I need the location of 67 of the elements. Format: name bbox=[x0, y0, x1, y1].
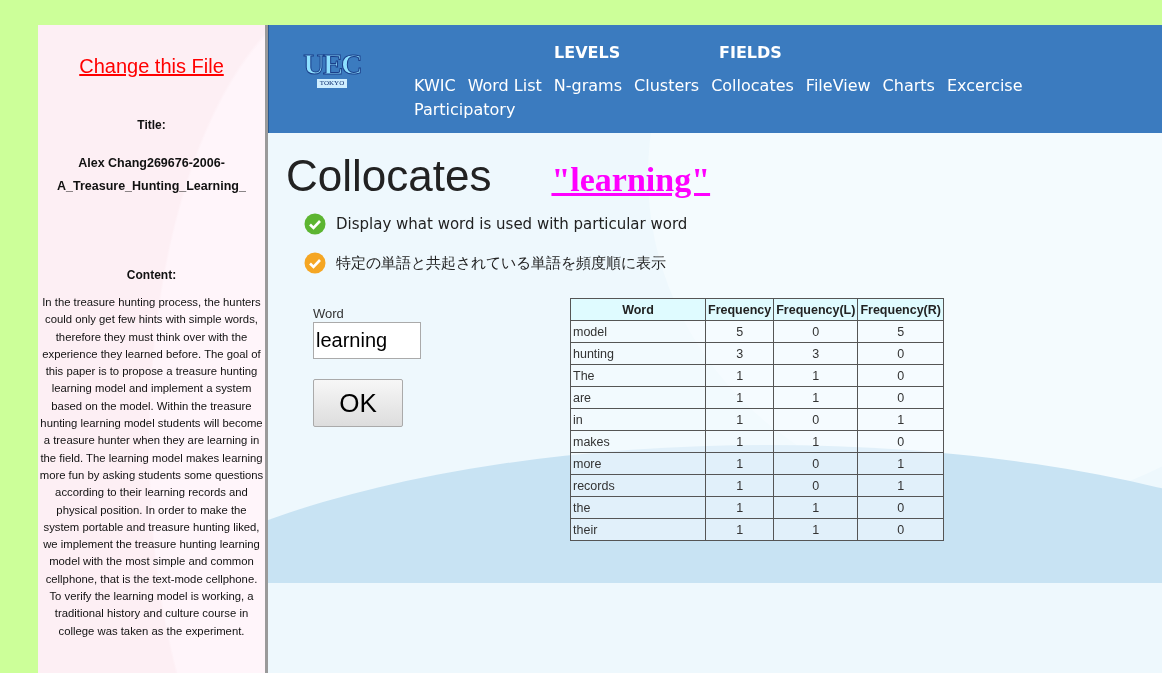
table-cell: 0 bbox=[857, 518, 944, 541]
nav-link[interactable]: KWIC bbox=[414, 75, 456, 96]
word-label: Word bbox=[313, 306, 344, 321]
table-cell: 1 bbox=[773, 386, 858, 409]
table-cell: 1 bbox=[705, 408, 774, 431]
table-cell: The bbox=[570, 364, 706, 387]
table-cell: 0 bbox=[857, 364, 944, 387]
nav-link[interactable]: Collocates bbox=[711, 75, 794, 96]
description-text: 特定の単語と共起されている単語を頻度順に表示 bbox=[336, 253, 666, 273]
column-header: Frequency(L) bbox=[773, 298, 858, 321]
title-label: Title: bbox=[137, 118, 166, 132]
table-cell: 5 bbox=[857, 320, 944, 343]
nav-link[interactable]: N-grams bbox=[553, 75, 623, 96]
table-cell: 0 bbox=[773, 452, 858, 475]
page-title: Collocates bbox=[286, 151, 492, 201]
table-cell: hunting bbox=[570, 342, 706, 365]
table-cell: 0 bbox=[857, 496, 944, 519]
content-label: Content: bbox=[126, 268, 177, 282]
table-cell: are bbox=[570, 386, 706, 409]
nav-link[interactable]: Word List bbox=[467, 75, 542, 96]
nav-link[interactable]: Charts bbox=[882, 75, 935, 96]
word-input[interactable]: learning bbox=[313, 322, 421, 359]
table-cell: 1 bbox=[705, 474, 774, 497]
column-header: Frequency(R) bbox=[857, 298, 944, 321]
table-cell: 1 bbox=[773, 430, 858, 453]
content-paragraph: In the treasure hunting process, the hunters could only get few hints with simple words, therefore they must think over with the experience they learned before. The goal of this paper is to propose a treasure hunting learning model and implement a system based on the model. Within the treasure hunting learning model students will become a treasure hunter when they are learning in the field. The learning model makes learning more fun by asking students some questions according to their learning records and physical position. In order to make the system portable and treasure hunting liked, we implement the treasure hunting learning model with the most simple and common cellphone, that is the text-mode cellphone. To verify the learning model is working, a traditional history and culture course in college was taken as the experiment. bbox=[38, 295, 265, 639]
table-cell: 1 bbox=[705, 452, 774, 475]
table-cell: 1 bbox=[857, 452, 944, 475]
table-cell: 1 bbox=[857, 408, 944, 431]
table-cell: 3 bbox=[773, 342, 858, 365]
nav-link[interactable]: Excercise bbox=[946, 75, 1023, 96]
column-header: Word bbox=[570, 298, 706, 321]
ok-button[interactable]: OK bbox=[313, 379, 403, 427]
nav-link[interactable]: Participatory bbox=[414, 99, 516, 120]
table-cell: 0 bbox=[857, 386, 944, 409]
table-cell: 1 bbox=[857, 474, 944, 497]
table-cell: makes bbox=[570, 430, 706, 453]
table-cell: 0 bbox=[773, 474, 858, 497]
menu-heading[interactable]: LEVELS bbox=[554, 43, 719, 62]
change-file-link[interactable]: Change this File bbox=[79, 55, 224, 78]
table-cell: 0 bbox=[857, 430, 944, 453]
table-cell: the bbox=[570, 496, 706, 519]
table-cell: more bbox=[570, 452, 706, 475]
table-cell: model bbox=[570, 320, 706, 343]
file-title: Alex Chang269676-2006-A_Treasure_Hunting_Learning_ bbox=[56, 155, 247, 195]
nav-link[interactable]: Clusters bbox=[634, 75, 700, 96]
table-cell: records bbox=[570, 474, 706, 497]
table-cell: 1 bbox=[705, 518, 774, 541]
table-cell: 0 bbox=[773, 408, 858, 431]
table-cell: 3 bbox=[705, 342, 774, 365]
table-cell: 1 bbox=[773, 518, 858, 541]
table-cell: their bbox=[570, 518, 706, 541]
column-header: Frequency bbox=[705, 298, 774, 321]
table-cell: 1 bbox=[773, 496, 858, 519]
keyword-link[interactable]: "learning" bbox=[551, 161, 711, 199]
description-text: Display what word is used with particular word bbox=[336, 215, 688, 233]
table-cell: 1 bbox=[705, 496, 774, 519]
table-cell: 1 bbox=[705, 430, 774, 453]
table-cell: 0 bbox=[773, 320, 858, 343]
table-cell: in bbox=[570, 408, 706, 431]
table-cell: 5 bbox=[705, 320, 774, 343]
table-cell: 1 bbox=[705, 386, 774, 409]
table-cell: 0 bbox=[857, 342, 944, 365]
table-cell: 1 bbox=[705, 364, 774, 387]
table-cell: 1 bbox=[773, 364, 858, 387]
menu-heading[interactable]: FIELDS bbox=[719, 43, 884, 62]
nav-link[interactable]: FileView bbox=[805, 75, 871, 96]
